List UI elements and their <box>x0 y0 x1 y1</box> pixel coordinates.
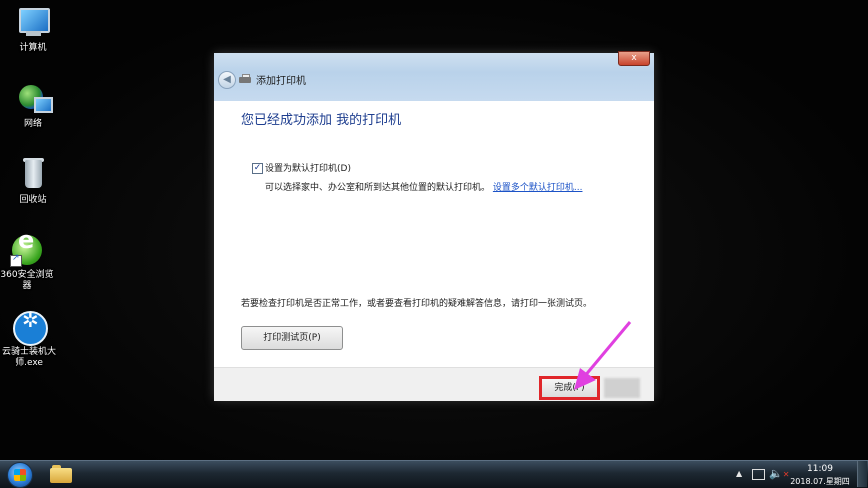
desktop-icon-label: 计算机 <box>19 43 47 53</box>
network-status-icon[interactable] <box>752 469 765 480</box>
clock-time[interactable]: 11:09 <box>790 464 850 474</box>
print-test-page-button[interactable]: 打印测试页(P) <box>241 326 343 350</box>
clock-date[interactable]: 2018.07.星期四 <box>787 476 853 487</box>
default-printer-description: 可以选择家中、办公室和所到达其他位置的默认打印机。 设置多个默认打印机... <box>265 180 582 193</box>
tray-overflow-arrow-icon[interactable]: ▲ <box>736 469 742 478</box>
set-multiple-default-printers-link[interactable]: 设置多个默认打印机... <box>493 183 583 193</box>
windows-logo-icon <box>14 469 26 481</box>
desktop-icon-360-browser[interactable]: e 360安全浏览器 <box>0 228 58 292</box>
shortcut-arrow-icon <box>10 253 22 267</box>
test-page-hint: 若要检查打印机是否正常工作，或者要查看打印机的疑难解答信息，请打印一张测试页。 <box>241 299 593 309</box>
start-button[interactable] <box>7 462 33 488</box>
default-printer-checkbox[interactable]: ✓ <box>252 163 263 174</box>
back-arrow-icon[interactable]: ◀ <box>218 71 236 89</box>
network-icon <box>16 82 53 116</box>
desktop-icon-label: 回收站 <box>19 195 47 205</box>
close-button[interactable]: x <box>618 51 650 66</box>
recycle-bin-icon <box>16 158 50 192</box>
default-printer-checkbox-label[interactable]: 设置为默认打印机(D) <box>265 161 351 174</box>
dialog-title: 添加打印机 <box>256 76 306 87</box>
desktop-icon-label: 网络 <box>23 119 42 129</box>
computer-icon <box>16 6 50 40</box>
taskbar: ▲ 🔈✕ 11:09 2018.07.星期四 <box>0 460 868 488</box>
desktop-icon-computer[interactable]: 计算机 <box>2 6 64 54</box>
dialog-titlebar: x ◀ 添加打印机 <box>214 51 654 101</box>
show-desktop-button[interactable] <box>857 461 867 487</box>
annotation-arrow-icon <box>574 321 632 390</box>
file-explorer-button[interactable] <box>50 464 72 484</box>
yunqishi-installer-icon: ✲ <box>12 310 48 346</box>
desktop-icon-recycle-bin[interactable]: 回收站 <box>2 158 64 206</box>
desktop-icon-yunqishi[interactable]: ✲ 云骑士装机大师.exe <box>0 310 60 369</box>
desktop-icon-label: 云骑士装机大师.exe <box>1 347 56 368</box>
description-text: 可以选择家中、办公室和所到达其他位置的默认打印机。 <box>265 183 491 193</box>
success-heading: 您已经成功添加 我的打印机 <box>241 113 402 128</box>
360-browser-icon: e <box>10 228 44 267</box>
printer-icon <box>239 74 251 84</box>
desktop-icon-label: 360安全浏览器 <box>0 270 54 291</box>
desktop-icon-network[interactable]: 网络 <box>2 82 64 130</box>
